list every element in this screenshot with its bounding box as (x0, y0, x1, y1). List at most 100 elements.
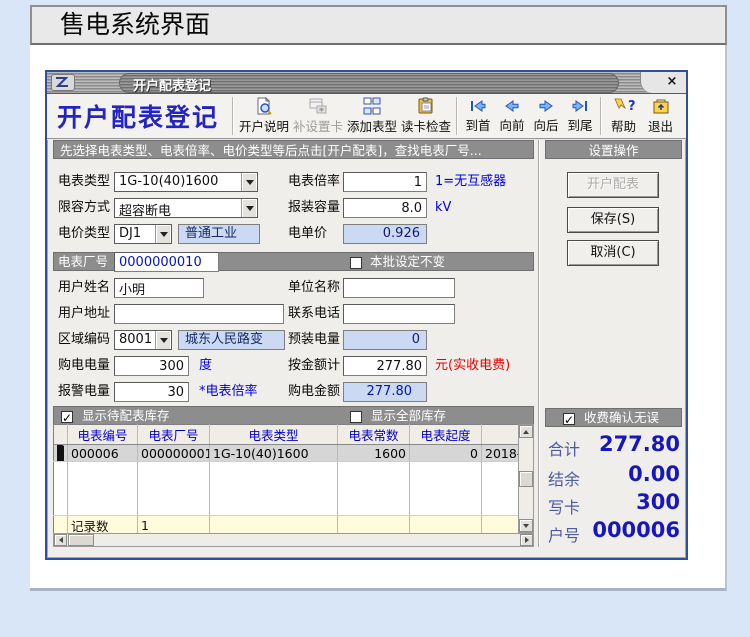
close-icon[interactable]: × (664, 74, 680, 90)
alarm-energy-input[interactable] (114, 382, 189, 402)
checkbox-icon[interactable] (61, 411, 73, 423)
price-type-label: 电价类型 (58, 224, 110, 244)
cell-meter-constant: 1600 (338, 445, 410, 462)
toolbar: 开户配表登记 开户说明 补设置卡 添加表型 读卡检查 到首 (47, 94, 686, 140)
user-name-input[interactable] (114, 278, 204, 298)
checkbox-label: 显示待配表库存 (82, 408, 170, 423)
write-card-value: 300 (580, 490, 680, 514)
window-titlebar[interactable]: 开户配表登记 × (47, 72, 686, 94)
combo-value: 1G-10(40)1600 (119, 174, 218, 189)
capacity-input[interactable] (343, 198, 427, 218)
limit-mode-label: 限容方式 (58, 198, 110, 218)
supplement-card-button: 补设置卡 (291, 95, 345, 137)
table-horizontal-scrollbar[interactable] (53, 533, 534, 547)
go-last-button[interactable]: 到尾 (563, 95, 597, 137)
help-button[interactable]: ? 帮助 (605, 95, 642, 137)
show-all-stock-checkbox[interactable]: 显示全部库存 (350, 406, 446, 425)
arrow-last-icon (570, 98, 590, 114)
instruction-bar: 先选择电表类型、电表倍率、电价类型等后点击[开户配表]，查找电表厂号... (53, 140, 534, 159)
limit-mode-combo[interactable]: 超容断电 (114, 198, 258, 218)
chevron-down-icon[interactable] (155, 331, 171, 349)
amount-calc-label: 按金额计 (288, 356, 340, 376)
factory-no-input[interactable] (114, 252, 219, 272)
chevron-down-icon[interactable] (155, 225, 171, 243)
user-addr-input[interactable] (114, 304, 284, 324)
capacity-label: 报装容量 (288, 198, 340, 218)
checkbox-icon[interactable] (350, 257, 362, 269)
clipboard-icon (417, 97, 435, 115)
card-setup-icon (309, 97, 327, 115)
meter-ratio-hint: 1=无互感器 (435, 172, 506, 192)
meter-type-combo[interactable]: 1G-10(40)1600 (114, 172, 258, 192)
org-name-input[interactable] (343, 278, 455, 298)
price-type-desc: 普通工业 (178, 224, 260, 244)
current-row-marker-cell (54, 445, 68, 462)
checkbox-icon[interactable] (350, 411, 362, 423)
button-label: 帮助 (611, 116, 636, 135)
purchase-energy-hint: 度 (199, 356, 212, 376)
read-card-check-button[interactable]: 读卡检查 (399, 95, 453, 137)
button-label: 到首 (465, 115, 490, 134)
user-name-label: 用户姓名 (58, 278, 110, 298)
go-next-button[interactable]: 向后 (529, 95, 563, 137)
show-pending-stock-checkbox[interactable]: 显示待配表库存 (61, 406, 170, 425)
table-row[interactable]: 000006 0000000010 1G-10(40)1600 1600 0 2… (54, 445, 519, 462)
meter-ratio-label: 电表倍率 (288, 172, 340, 192)
add-meter-type-icon (363, 97, 381, 115)
toolbar-separator (600, 97, 602, 135)
toolbar-separator (456, 97, 458, 135)
chevron-down-icon[interactable] (241, 199, 257, 217)
area-code-combo[interactable]: 8001 (114, 330, 172, 350)
amount-calc-input[interactable] (343, 356, 427, 376)
go-first-button[interactable]: 到首 (461, 95, 495, 137)
button-label: 补设置卡 (293, 116, 343, 135)
amount-calc-hint: 元(实收电费) (435, 356, 510, 376)
go-previous-button[interactable]: 向前 (495, 95, 529, 137)
button-label: 退出 (648, 116, 673, 135)
area-code-desc: 城东人民路变 (178, 330, 285, 350)
price-type-combo[interactable]: DJ1 (114, 224, 172, 244)
chevron-down-icon[interactable] (241, 173, 257, 191)
scroll-right-icon[interactable] (520, 534, 533, 546)
scroll-down-icon[interactable] (519, 519, 533, 532)
scrollbar-thumb[interactable] (68, 534, 94, 546)
arrow-left-icon (502, 98, 522, 114)
purchase-energy-input[interactable] (114, 356, 189, 376)
button-label: 向后 (533, 115, 558, 134)
scrollbar-thumb[interactable] (519, 471, 533, 487)
doc-magnifier-icon (255, 97, 273, 115)
scroll-up-icon[interactable] (519, 425, 533, 438)
batch-fixed-checkbox[interactable]: 本批设定不变 (350, 252, 445, 271)
fee-confirm-checkbox[interactable]: 收费确认无误 (563, 408, 659, 427)
phone-input[interactable] (343, 304, 455, 324)
preset-energy-value: 0 (343, 330, 427, 350)
scroll-left-icon[interactable] (54, 534, 67, 546)
exit-button[interactable]: 退出 (642, 95, 679, 137)
cell-meter-start: 0 (410, 445, 482, 462)
checkbox-icon[interactable] (563, 413, 575, 425)
table-vertical-scrollbar[interactable] (518, 424, 534, 533)
area-code-label: 区域编码 (58, 330, 110, 350)
checkbox-label: 本批设定不变 (370, 254, 445, 269)
save-button[interactable]: 保存(S) (567, 207, 659, 233)
add-meter-type-button[interactable]: 添加表型 (345, 95, 399, 137)
combo-value: 超容断电 (119, 200, 171, 219)
user-addr-label: 用户地址 (58, 304, 110, 324)
meter-type-label: 电表类型 (58, 172, 110, 192)
panel-divider (538, 140, 540, 547)
toolbar-separator (232, 97, 234, 135)
help-icon: ? (613, 97, 635, 115)
total-value: 277.80 (580, 432, 680, 456)
svg-text:?: ? (628, 99, 635, 114)
meter-ratio-input[interactable] (343, 172, 427, 192)
col-header: 电表编号 (68, 425, 138, 445)
cancel-button[interactable]: 取消(C) (567, 240, 659, 266)
combo-value: DJ1 (119, 226, 141, 241)
open-account-help-button[interactable]: 开户说明 (237, 95, 291, 137)
window-logo-icon (51, 74, 75, 91)
account-no-value: 000006 (580, 518, 680, 542)
preset-energy-label: 预装电量 (288, 330, 340, 350)
arrow-first-icon (468, 98, 488, 114)
capacity-hint: kV (435, 198, 451, 218)
side-panel-title: 设置操作 (545, 140, 682, 159)
